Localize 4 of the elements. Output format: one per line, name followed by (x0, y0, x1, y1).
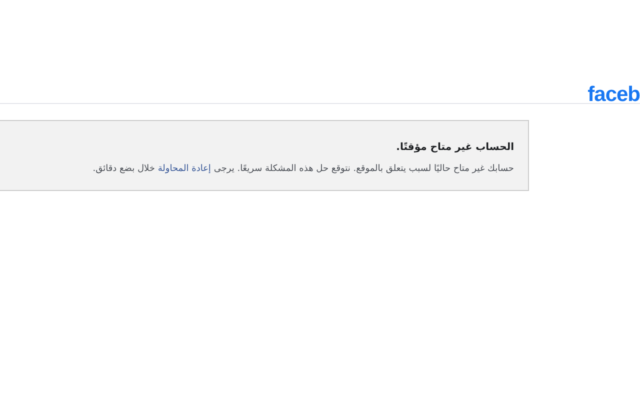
notice-title: الحساب غير متاح مؤقتًا. (396, 142, 514, 153)
retry-link[interactable]: إعادة المحاولة (158, 164, 211, 174)
facebook-logo: faceb (588, 84, 640, 105)
notice-message: حسابك غير متاح حاليًا لسبب يتعلق بالموقع. نتوقع حل هذه المشكلة سريعًا. يرجى إعادة المحاولة خلال بضع دقائق. (92, 164, 514, 174)
